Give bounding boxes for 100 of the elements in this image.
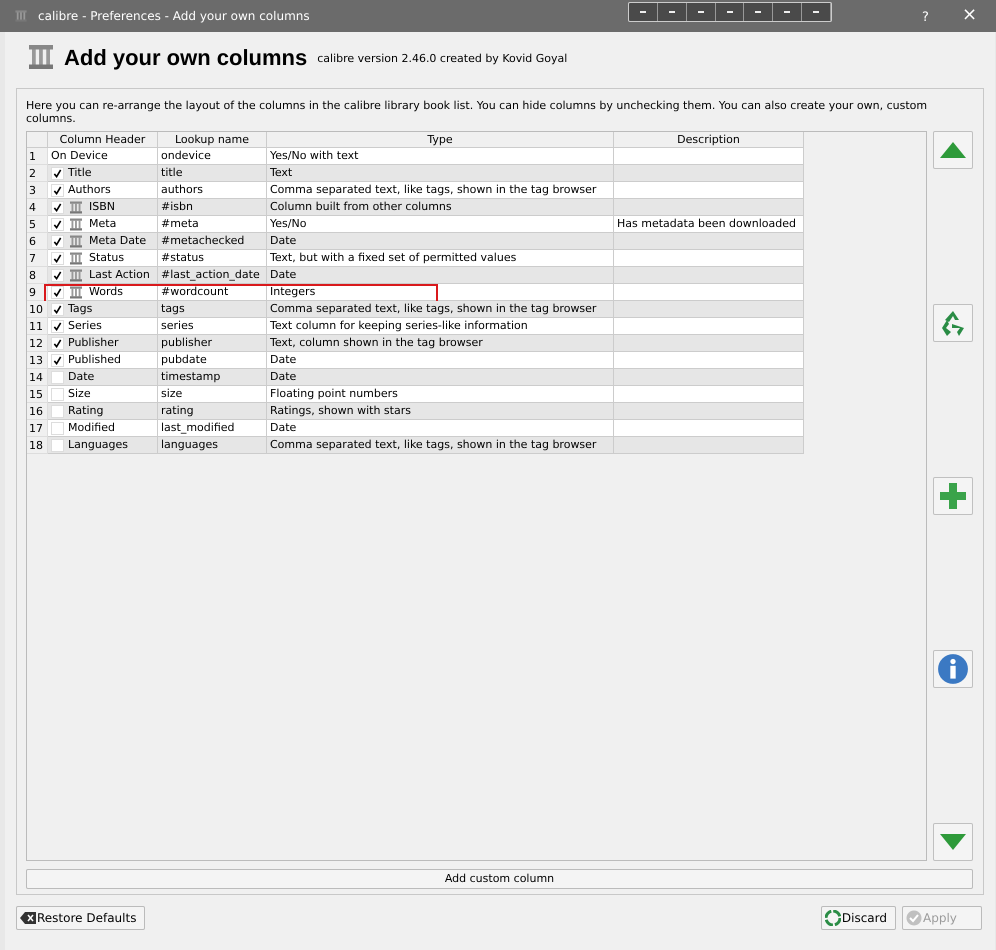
- table-cell: publisher: [158, 335, 267, 352]
- checkbox[interactable]: [51, 336, 64, 350]
- down-arrow-icon: [938, 832, 968, 852]
- recycle-icon: [824, 910, 841, 926]
- checkbox[interactable]: [51, 200, 64, 214]
- table-cell: Comma separated text, like tags, shown in the tag browser: [267, 182, 614, 199]
- row-number: 7: [27, 250, 48, 267]
- row-number: 10: [27, 301, 48, 318]
- checkbox[interactable]: [51, 320, 64, 332]
- checkbox[interactable]: [51, 302, 64, 316]
- row-number: 1: [27, 148, 48, 165]
- column-name: ISBN: [89, 198, 116, 215]
- restore-button[interactable]: Restore Defaults: [16, 906, 146, 930]
- table-cell: Text, column shown in the tag browser: [267, 335, 614, 352]
- table-cell: series: [158, 318, 267, 335]
- up-arrow-icon: [938, 140, 968, 160]
- version-text: calibre version 2.46.0 created by Kovid Goyal: [317, 50, 568, 66]
- column-name: Series: [68, 318, 102, 334]
- table-cell: tags: [158, 301, 267, 318]
- table-cell: Date: [267, 369, 614, 386]
- backspace-icon: [20, 912, 36, 924]
- table-cell: Date: [267, 420, 614, 437]
- checkbox[interactable]: [51, 184, 64, 196]
- checkbox[interactable]: [51, 268, 64, 282]
- table-cell: #status: [158, 250, 267, 267]
- column-name: Words: [89, 284, 124, 300]
- checkbox[interactable]: [51, 354, 64, 366]
- close-button[interactable]: ×: [962, 4, 978, 26]
- checkbox[interactable]: [51, 234, 64, 248]
- table-cell: #meta: [158, 216, 267, 233]
- column-name: On Device: [51, 148, 108, 164]
- table-cell: #last_action_date: [158, 267, 267, 284]
- column-name: Date: [68, 368, 94, 385]
- add-button[interactable]: [933, 477, 973, 515]
- checkbox[interactable]: [51, 422, 64, 434]
- table-cell: Date: [267, 267, 614, 284]
- table-cell: title: [158, 165, 267, 182]
- move-up-button[interactable]: [933, 131, 973, 169]
- row-number: 11: [27, 318, 48, 335]
- remove-button[interactable]: [933, 304, 973, 342]
- row-number: 14: [27, 369, 48, 386]
- table-cell: Date: [267, 233, 614, 250]
- table-cell: size: [158, 386, 267, 403]
- column-name: Rating: [68, 402, 104, 419]
- info-button[interactable]: [933, 650, 973, 688]
- column-name: Authors: [68, 182, 111, 198]
- column-name: Publisher: [68, 334, 118, 351]
- table-cell: ondevice: [158, 148, 267, 165]
- checkbox[interactable]: [51, 438, 64, 452]
- row-number: 2: [27, 165, 48, 182]
- row-number: 13: [27, 352, 48, 369]
- table-cell: Comma separated text, like tags, shown in the tag browser: [267, 437, 614, 454]
- table-cell: Floating point numbers: [267, 386, 614, 403]
- column-name: Modified: [68, 420, 115, 436]
- app-icon: [14, 9, 28, 23]
- table-cell: rating: [158, 403, 267, 420]
- checkmark-icon: [906, 910, 922, 926]
- page-title: Add your own columns: [64, 44, 308, 72]
- column-name: Title: [68, 164, 92, 181]
- checkbox[interactable]: [51, 252, 64, 264]
- table-cell: Column built from other columns: [267, 199, 614, 216]
- table-cell: authors: [158, 182, 267, 199]
- table-cell: #metachecked: [158, 233, 267, 250]
- help-button[interactable]: ?: [922, 8, 929, 28]
- table-cell: Ratings, shown with stars: [267, 403, 614, 420]
- table-cell: Text column for keeping series-like information: [267, 318, 614, 335]
- table-cell: timestamp: [158, 369, 267, 386]
- checkbox[interactable]: [51, 388, 64, 400]
- checkbox[interactable]: [51, 166, 64, 180]
- table-cell: #isbn: [158, 199, 267, 216]
- column-name: Status: [89, 250, 124, 266]
- intro-text: Here you can re-arrange the layout of the columns in the calibre library book list. You can hide columns by unchecking them. You can also create your own, custom columns.: [26, 99, 928, 125]
- checkbox[interactable]: [51, 218, 64, 230]
- table-cell: last_modified: [158, 420, 267, 437]
- row-number: 18: [27, 437, 48, 454]
- move-down-button[interactable]: [933, 823, 973, 861]
- table-cell: Text, but with a fixed set of permitted values: [267, 250, 614, 267]
- column-name: Last Action: [89, 266, 150, 283]
- row-number: 5: [27, 216, 48, 233]
- row-number: 16: [27, 403, 48, 420]
- row-number: 12: [27, 335, 48, 352]
- table-cell: Has metadata been downloaded: [614, 216, 804, 233]
- column-name: Size: [68, 386, 91, 402]
- discard-button[interactable]: Discard: [820, 906, 896, 930]
- table-cell: pubdate: [158, 352, 267, 369]
- column-name: Tags: [68, 300, 92, 317]
- window-title: calibre - Preferences - Add your own columns: [38, 8, 310, 25]
- row-number: 3: [27, 182, 48, 199]
- table-cell: Comma separated text, like tags, shown in the tag browser: [267, 301, 614, 318]
- add-custom-column-button[interactable]: Add custom column: [26, 869, 973, 889]
- checkbox[interactable]: [51, 370, 64, 384]
- column-name: Languages: [68, 436, 128, 453]
- row-number: 4: [27, 199, 48, 216]
- checkbox[interactable]: [51, 404, 64, 418]
- row-number: 6: [27, 233, 48, 250]
- plus-icon: [938, 481, 968, 511]
- table-cell: Date: [267, 352, 614, 369]
- table-cell: Yes/No with text: [267, 148, 614, 165]
- pillar-icon: [26, 42, 56, 72]
- checkbox[interactable]: [51, 286, 64, 298]
